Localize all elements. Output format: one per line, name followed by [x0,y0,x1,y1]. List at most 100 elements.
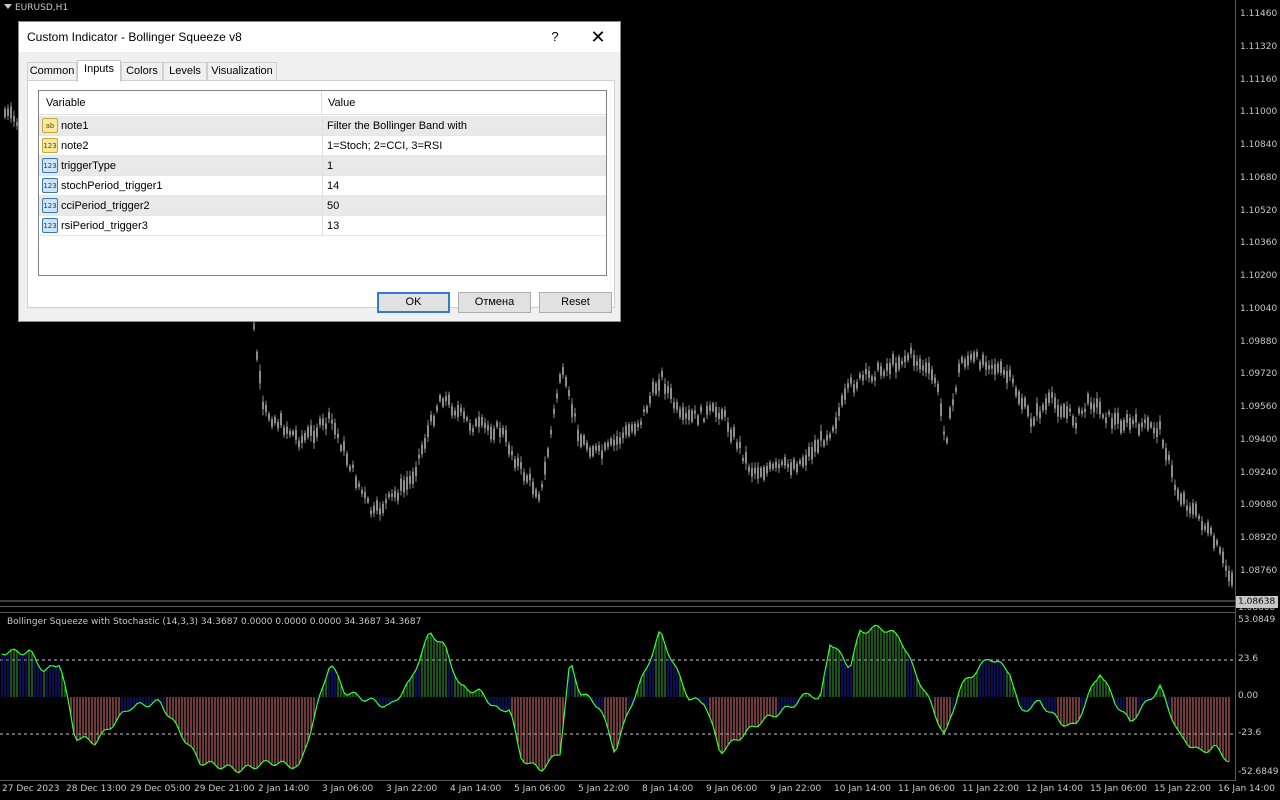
variable-value[interactable]: 13 [322,216,606,236]
input-row-triggertype[interactable]: 123 triggerType 1 [39,156,606,176]
symbol-label[interactable]: EURUSD,H1 [4,3,68,13]
price-pane-bottom-border [0,606,1235,607]
price-candle [580,433,582,449]
price-axis-label: 1.10360 [1240,238,1278,249]
input-row-cciperiod[interactable]: 123 cciPeriod_trigger2 50 [39,196,606,216]
price-candle [787,459,789,472]
price-candle [1081,407,1083,417]
price-candle [301,429,303,449]
cancel-button[interactable]: Отмена [458,292,531,313]
price-candle [1192,499,1194,519]
variable-value[interactable]: 1 [322,156,606,176]
ok-button[interactable]: OK [377,292,450,313]
price-candle [820,424,822,447]
column-header-value[interactable]: Value [322,91,606,115]
price-candle [490,423,492,443]
price-candle [1036,397,1038,422]
price-candle [1090,397,1092,415]
indicator-chart[interactable] [0,612,1235,780]
price-candle [655,381,657,396]
indicator-axis-label: 23.6 [1238,654,1259,664]
price-candle [874,371,876,387]
tab-visualization[interactable]: Visualization [207,62,277,81]
inputs-grid[interactable]: Variable Value ab note1 Filter the Bolli… [38,90,607,276]
dialog-titlebar[interactable]: Custom Indicator - Bollinger Squeeze v8 … [19,22,620,52]
time-axis-label: 28 Dec 13:00 [66,784,127,794]
help-button[interactable]: ? [535,22,575,52]
price-candle [511,445,513,461]
column-header-variable[interactable]: Variable [39,91,322,115]
indicator-label: Bollinger Squeeze with Stochastic (14,3,… [7,617,422,627]
price-candle [559,372,561,385]
input-row-note2[interactable]: 123 note2 1=Stoch; 2=CCI, 3=RSI [39,136,606,156]
price-candle [1219,545,1221,556]
price-candle [640,417,642,429]
indicator-axis-label: 53.0849 [1238,615,1276,625]
price-candle [1042,402,1044,413]
price-candle [259,364,261,390]
price-candle [721,407,723,421]
tab-inputs[interactable]: Inputs [77,60,121,82]
tab-common[interactable]: Common [27,62,77,81]
price-candle [910,342,912,359]
price-candle [283,424,285,438]
price-candle [718,406,720,425]
price-candle [757,462,759,484]
inputs-panel: Variable Value ab note1 Filter the Bolli… [27,80,615,308]
price-candle [592,444,594,458]
price-candle [523,468,525,485]
price-candle [862,370,864,386]
price-candle [331,413,333,431]
price-candle [1222,547,1224,568]
custom-indicator-dialog[interactable]: Custom Indicator - Bollinger Squeeze v8 … [18,21,621,322]
input-row-rsiperiod[interactable]: 123 rsiPeriod_trigger3 13 [39,216,606,236]
price-axis-label: 1.10840 [1240,140,1278,150]
variable-value[interactable]: 1=Stoch; 2=CCI, 3=RSI [322,136,606,156]
price-candle [574,407,576,423]
price-candle [760,466,762,479]
price-candle [280,410,282,428]
price-candle [1093,397,1095,418]
tab-colors[interactable]: Colors [121,62,163,81]
price-candle [1033,416,1035,428]
price-candle [631,421,633,435]
price-candle [292,429,294,437]
close-icon[interactable]: ✕ [577,22,619,52]
price-candle [1231,569,1233,589]
price-candle [961,355,963,365]
variable-value[interactable]: 14 [322,176,606,196]
price-candle [934,373,936,387]
price-candle [400,473,402,496]
time-axis-label: 11 Jan 06:00 [898,784,955,794]
price-candle [520,456,522,475]
price-candle [406,470,408,496]
price-candle [886,358,888,377]
variable-value[interactable]: 50 [322,196,606,216]
price-candle [13,110,15,128]
price-candle [1180,491,1182,507]
price-candle [739,435,741,455]
input-row-note1[interactable]: ab note1 Filter the Bollinger Band with [39,116,606,136]
price-candle [1129,413,1131,434]
price-candle [445,391,447,406]
reset-button[interactable]: Reset [539,292,612,313]
price-candle [463,407,465,423]
tab-levels[interactable]: Levels [163,62,207,81]
price-candle [796,461,798,475]
price-candle [1138,422,1140,437]
price-candle [1012,374,1014,388]
price-candle [343,436,345,457]
indicator-pane-top-border [0,612,1235,613]
price-axis-border [1235,0,1236,781]
price-candle [832,424,834,434]
price-candle [784,453,786,469]
price-candle [1150,420,1152,430]
price-candle [514,455,516,472]
variable-value[interactable]: Filter the Bollinger Band with [322,116,606,136]
price-candle [1159,415,1161,435]
price-candle [841,392,843,408]
price-candle [532,478,534,498]
input-row-stochperiod[interactable]: 123 stochPeriod_trigger1 14 [39,176,606,196]
price-candle [850,373,852,388]
price-candle [826,429,828,446]
